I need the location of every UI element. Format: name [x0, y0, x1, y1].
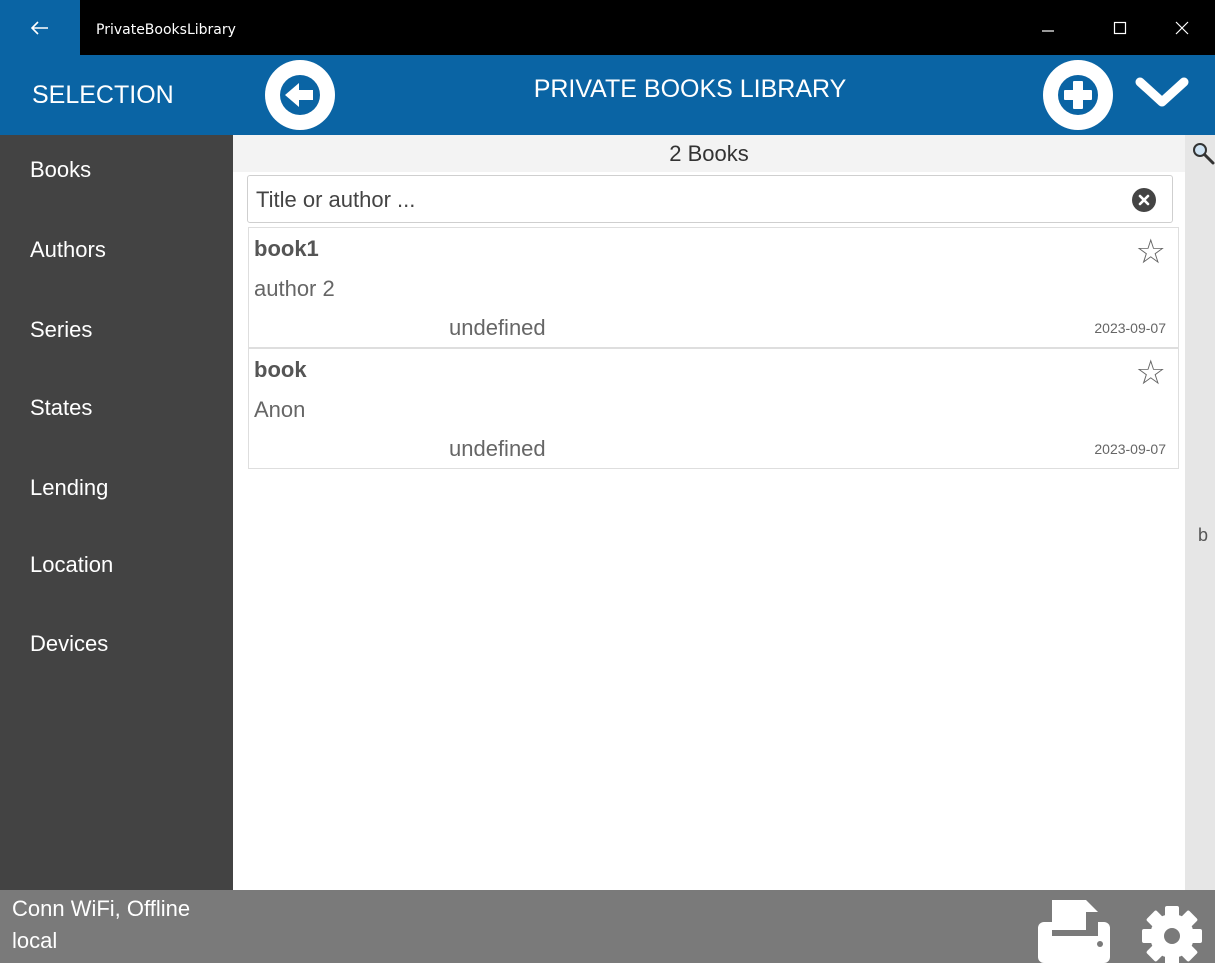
- search-icon[interactable]: [1191, 141, 1215, 165]
- search-box: [247, 175, 1173, 223]
- status-footer: Conn WiFi, Offline local: [0, 890, 1215, 963]
- chevron-down-icon: [1135, 77, 1189, 107]
- sidebar-item-devices[interactable]: Devices: [30, 631, 108, 657]
- connection-status: Conn WiFi, Offline: [12, 896, 191, 921]
- book-author: author 2: [254, 276, 335, 301]
- maximize-button[interactable]: [1084, 0, 1156, 55]
- menu-dropdown-button[interactable]: [1132, 72, 1192, 112]
- favorite-star-icon[interactable]: ☆: [1136, 232, 1166, 272]
- book-date: 2023-09-07: [1094, 320, 1166, 336]
- minimize-icon: [1042, 29, 1054, 32]
- arrow-left-icon: [31, 20, 48, 35]
- gear-icon: [1142, 906, 1202, 963]
- book-date: 2023-09-07: [1094, 441, 1166, 457]
- book-author: Anon: [254, 397, 306, 422]
- sidebar: Books Authors Series States Lending Loca…: [0, 135, 233, 890]
- window-back-button[interactable]: [0, 0, 80, 55]
- window-titlebar: PrivateBooksLibrary: [0, 0, 1215, 55]
- selection-label: SELECTION: [32, 81, 174, 109]
- sidebar-item-series[interactable]: Series: [30, 317, 92, 343]
- maximize-icon: [1113, 21, 1127, 34]
- favorite-star-icon[interactable]: ☆: [1136, 353, 1166, 393]
- app-header: SELECTION PRIVATE BOOKS LIBRARY: [0, 55, 1215, 135]
- search-input[interactable]: [256, 184, 1096, 216]
- app-title: PRIVATE BOOKS LIBRARY: [533, 75, 847, 103]
- plus-circle-icon: [1058, 75, 1098, 115]
- count-bar: 2 Books: [233, 135, 1185, 172]
- book-list-item[interactable]: book ☆ Anon undefined 2023-09-07: [248, 348, 1179, 469]
- back-button[interactable]: [265, 60, 335, 130]
- main-content: 2 Books book1 ☆ author 2 undefined 2023-…: [233, 135, 1185, 890]
- book-count: 2 Books: [669, 141, 749, 166]
- clear-search-button[interactable]: [1132, 188, 1156, 212]
- book-title: book: [254, 357, 307, 382]
- print-icon: [1038, 900, 1110, 963]
- sidebar-item-states[interactable]: States: [30, 395, 92, 421]
- index-letter[interactable]: b: [1198, 525, 1208, 546]
- minimize-button[interactable]: [1012, 0, 1084, 55]
- book-state: undefined: [449, 315, 546, 340]
- print-button[interactable]: [1038, 900, 1118, 963]
- window-title: PrivateBooksLibrary: [96, 22, 236, 38]
- book-state: undefined: [449, 436, 546, 461]
- index-strip[interactable]: b: [1185, 135, 1215, 890]
- close-button[interactable]: [1148, 0, 1215, 55]
- book-list-item[interactable]: book1 ☆ author 2 undefined 2023-09-07: [248, 227, 1179, 348]
- storage-status: local: [12, 928, 58, 953]
- sidebar-item-lending[interactable]: Lending: [30, 475, 108, 501]
- add-book-button[interactable]: [1043, 60, 1113, 130]
- sidebar-item-books[interactable]: Books: [30, 157, 91, 183]
- close-icon: [1175, 21, 1188, 34]
- book-title: book1: [254, 236, 319, 261]
- sidebar-item-authors[interactable]: Authors: [30, 237, 106, 263]
- sidebar-item-location[interactable]: Location: [30, 552, 113, 578]
- settings-button[interactable]: [1138, 900, 1215, 963]
- arrow-left-circle-icon: [280, 75, 320, 115]
- clear-icon: [1138, 194, 1150, 206]
